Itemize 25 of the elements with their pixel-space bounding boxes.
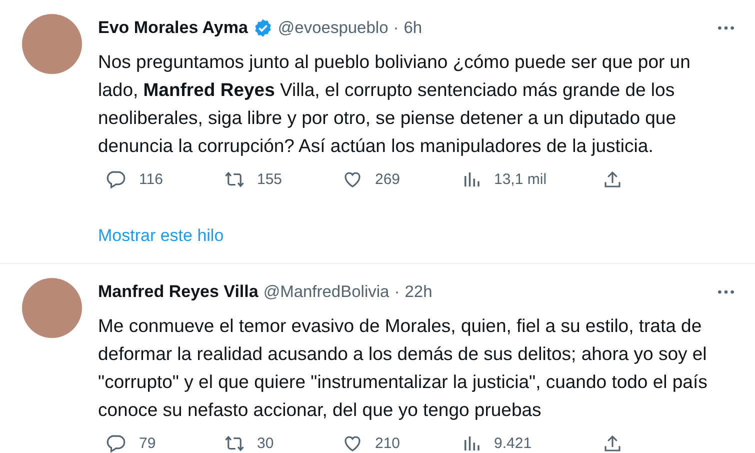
post-text: Nos preguntamos junto al pueblo boliviano ¿cómo puede ser que por un lado, Manfred Reyes Villa, el corrupto sentenciado más grande de los neoliberales, siga libre y por otro, se piense detener a un diputado que denuncia la corrupción? Así actúan los manipuladores de la justicia. xyxy=(98,50,692,158)
reply-count: 116 xyxy=(139,170,163,188)
post-time[interactable]: 22h xyxy=(404,282,432,302)
view-count: 13,1 mil xyxy=(494,170,547,188)
like-count: 269 xyxy=(375,170,400,188)
reply-icon[interactable] xyxy=(106,432,127,453)
reply-icon[interactable] xyxy=(106,168,127,190)
separator-dot: · xyxy=(394,282,400,302)
more-icon[interactable] xyxy=(717,25,735,31)
repost-count: 30 xyxy=(257,434,274,452)
separator-dot: · xyxy=(393,18,399,38)
reply-count: 79 xyxy=(139,434,156,452)
repost-count: 155 xyxy=(257,170,282,188)
more-icon[interactable] xyxy=(717,289,735,295)
author-name[interactable]: Manfred Reyes Villa xyxy=(98,282,258,302)
verified-badge-icon xyxy=(252,18,273,38)
share-icon[interactable] xyxy=(602,168,623,190)
author-name[interactable]: Evo Morales Ayma xyxy=(98,18,273,38)
post-text: Me conmueve el temor evasivo de Morales, quien, fiel a su estilo, trata de deformar la realidad acusando a los demás de sus delitos; ahora yo soy el "corrupto" y el que quiere "instrumentalizar la justicia", cuando todo el país conoce su nefasto accionar, del que yo tengo pruebas xyxy=(98,314,708,422)
view-count: 9.421 xyxy=(494,434,532,452)
author-handle[interactable]: @evoespueblo xyxy=(278,18,388,38)
post-time[interactable]: 6h xyxy=(404,18,422,38)
author-handle[interactable]: @ManfredBolivia xyxy=(263,282,390,302)
share-icon[interactable] xyxy=(602,432,623,453)
like-count: 210 xyxy=(375,434,400,452)
